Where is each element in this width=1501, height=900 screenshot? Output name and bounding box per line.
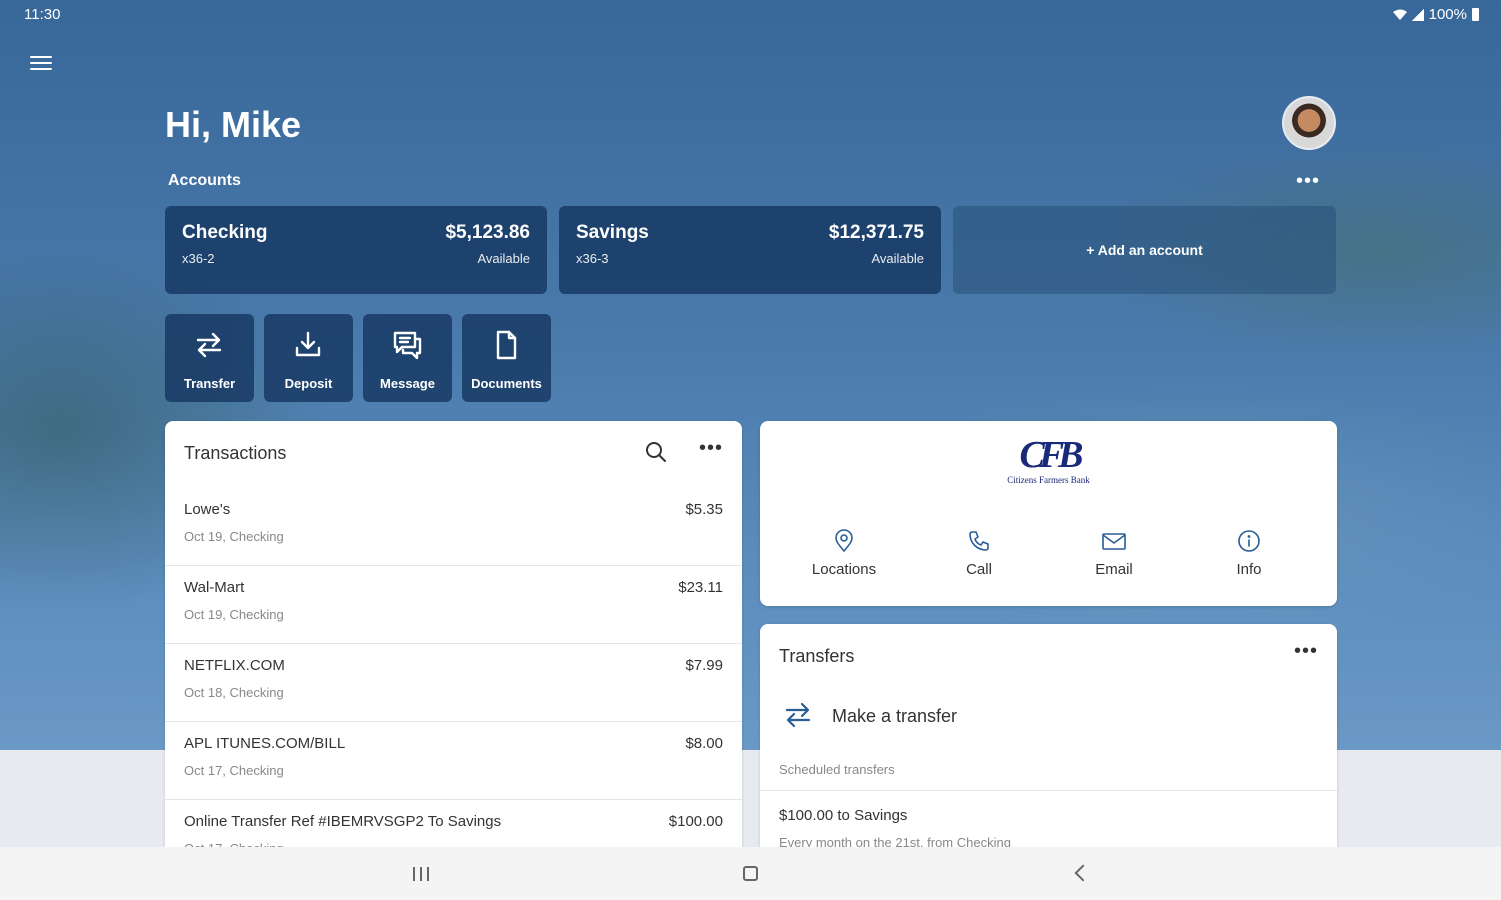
transaction-date-account: Oct 18, Checking: [184, 685, 284, 700]
transaction-description: Online Transfer Ref #IBEMRVSGP2 To Savin…: [184, 813, 502, 830]
avatar[interactable]: [1282, 96, 1336, 150]
document-icon: [496, 330, 517, 360]
accounts-more-button[interactable]: •••: [1296, 170, 1320, 193]
accounts-label: Accounts: [168, 172, 241, 189]
transfer-icon: [196, 332, 222, 358]
transactions-more-button[interactable]: •••: [699, 437, 723, 460]
contact-label: Email: [1095, 561, 1133, 578]
transaction-date-account: Oct 19, Checking: [184, 607, 284, 622]
add-account-button[interactable]: + Add an account: [953, 206, 1336, 294]
signal-icon: [1411, 8, 1424, 21]
scheduled-transfers-label: Scheduled transfers: [779, 762, 895, 777]
status-bar: 11:30 100%: [0, 0, 1501, 30]
bank-contact-card: CFB Citizens Farmers Bank Locations Call…: [760, 421, 1337, 606]
info-icon: [1238, 530, 1260, 552]
search-icon[interactable]: [645, 441, 667, 463]
home-icon[interactable]: [731, 859, 771, 887]
transaction-amount: $5.35: [685, 501, 723, 518]
transaction-date-account: Oct 19, Checking: [184, 529, 284, 544]
location-pin-icon: [835, 529, 853, 553]
transaction-amount: $100.00: [668, 813, 723, 830]
system-nav-bar: [0, 847, 1501, 900]
account-balance-label: Available: [871, 251, 924, 266]
message-icon: [393, 331, 422, 360]
account-balance-label: Available: [477, 251, 530, 266]
transfers-card: Transfers ••• Make a transfer Scheduled …: [760, 624, 1337, 864]
contact-label: Info: [1236, 561, 1262, 578]
account-name: Checking: [182, 222, 268, 243]
status-icons: 100%: [1392, 6, 1479, 23]
deposit-icon: [295, 331, 321, 357]
transaction-description: Lowe's: [184, 501, 231, 518]
message-button[interactable]: Message: [363, 314, 452, 402]
quick-action-label: Transfer: [183, 376, 236, 391]
transaction-description: Wal-Mart: [184, 579, 245, 596]
back-icon[interactable]: [1061, 859, 1101, 887]
mail-icon: [1102, 533, 1126, 550]
scheduled-transfer-title: $100.00 to Savings: [779, 807, 908, 824]
transaction-row[interactable]: Lowe's Oct 19, Checking $5.35: [165, 487, 742, 566]
recent-apps-icon[interactable]: [401, 859, 441, 887]
account-balance: $12,371.75: [828, 222, 924, 243]
quick-action-label: Deposit: [284, 376, 333, 391]
contact-label: Call: [966, 561, 992, 578]
menu-icon[interactable]: [30, 52, 52, 74]
transactions-card: Transactions ••• Lowe's Oct 19, Checking…: [165, 421, 742, 861]
account-card-savings[interactable]: Savings x36-3 $12,371.75 Available: [559, 206, 941, 294]
quick-action-label: Message: [380, 376, 435, 391]
locations-button[interactable]: Locations: [784, 529, 904, 579]
make-transfer-label: Make a transfer: [832, 706, 958, 726]
account-number: x36-3: [576, 251, 609, 266]
transaction-row[interactable]: APL ITUNES.COM/BILL Oct 17, Checking $8.…: [165, 721, 742, 800]
battery-icon: [1472, 8, 1479, 21]
transaction-amount: $8.00: [685, 735, 723, 752]
transfers-more-button[interactable]: •••: [1294, 640, 1318, 663]
transfers-title: Transfers: [779, 646, 855, 666]
transaction-description: NETFLIX.COM: [184, 657, 285, 674]
status-time: 11:30: [24, 6, 61, 23]
info-button[interactable]: Info: [1189, 529, 1309, 579]
greeting: Hi, Mike: [165, 104, 302, 145]
transfer-icon: [785, 702, 811, 728]
transaction-amount: $23.11: [678, 579, 723, 596]
transaction-date-account: Oct 17, Checking: [184, 763, 284, 778]
transfer-button[interactable]: Transfer: [165, 314, 254, 402]
account-number: x36-2: [182, 251, 215, 266]
transactions-title: Transactions: [184, 443, 287, 463]
phone-icon: [969, 531, 989, 551]
bank-logo-mark: CFB: [1019, 434, 1083, 476]
contact-label: Locations: [811, 561, 877, 578]
transaction-description: APL ITUNES.COM/BILL: [184, 735, 346, 752]
wifi-icon: [1392, 9, 1407, 20]
battery-percent: 100%: [1428, 6, 1467, 23]
account-balance: $5,123.86: [445, 222, 530, 243]
documents-button[interactable]: Documents: [462, 314, 551, 402]
transaction-row[interactable]: NETFLIX.COM Oct 18, Checking $7.99: [165, 643, 742, 722]
bank-logo-text: Citizens Farmers Bank: [1007, 475, 1090, 485]
quick-action-label: Documents: [471, 376, 542, 391]
call-button[interactable]: Call: [919, 529, 1039, 579]
make-transfer-button[interactable]: Make a transfer: [779, 696, 1319, 736]
email-button[interactable]: Email: [1054, 529, 1174, 579]
bank-logo: CFB Citizens Farmers Bank: [985, 435, 1112, 515]
account-card-checking[interactable]: Checking x36-2 $5,123.86 Available: [165, 206, 547, 294]
transaction-row[interactable]: Wal-Mart Oct 19, Checking $23.11: [165, 565, 742, 644]
transaction-amount: $7.99: [685, 657, 723, 674]
account-name: Savings: [576, 222, 649, 243]
deposit-button[interactable]: Deposit: [264, 314, 353, 402]
